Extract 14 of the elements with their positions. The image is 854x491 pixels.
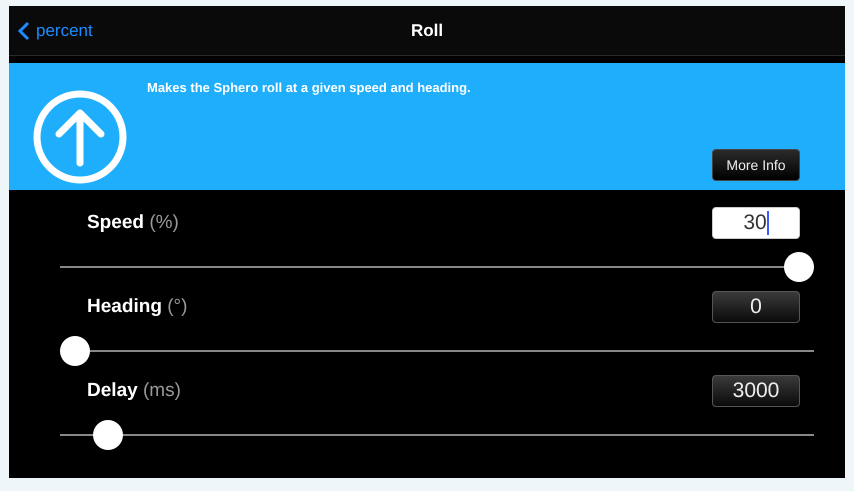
slider-thumb[interactable]: [92, 420, 123, 450]
more-info-button[interactable]: More Info: [712, 149, 800, 181]
screen-title: Roll: [410, 20, 444, 40]
back-button[interactable]: percent: [18, 20, 93, 40]
slider-thumb[interactable]: [60, 336, 90, 366]
value-field[interactable]: 30: [712, 207, 800, 239]
parameter-label: Speed (%): [87, 212, 179, 234]
slider-thumb[interactable]: [784, 252, 814, 282]
chevron-icon: [18, 20, 30, 40]
value-field[interactable]: 0: [712, 291, 800, 323]
parameter-label: Delay (ms): [87, 380, 181, 402]
action-description: Makes the Sphero roll at a given speed and heading.: [147, 80, 471, 95]
value-field[interactable]: 3000: [712, 375, 800, 407]
parameter-label: Heading (°): [87, 296, 188, 318]
